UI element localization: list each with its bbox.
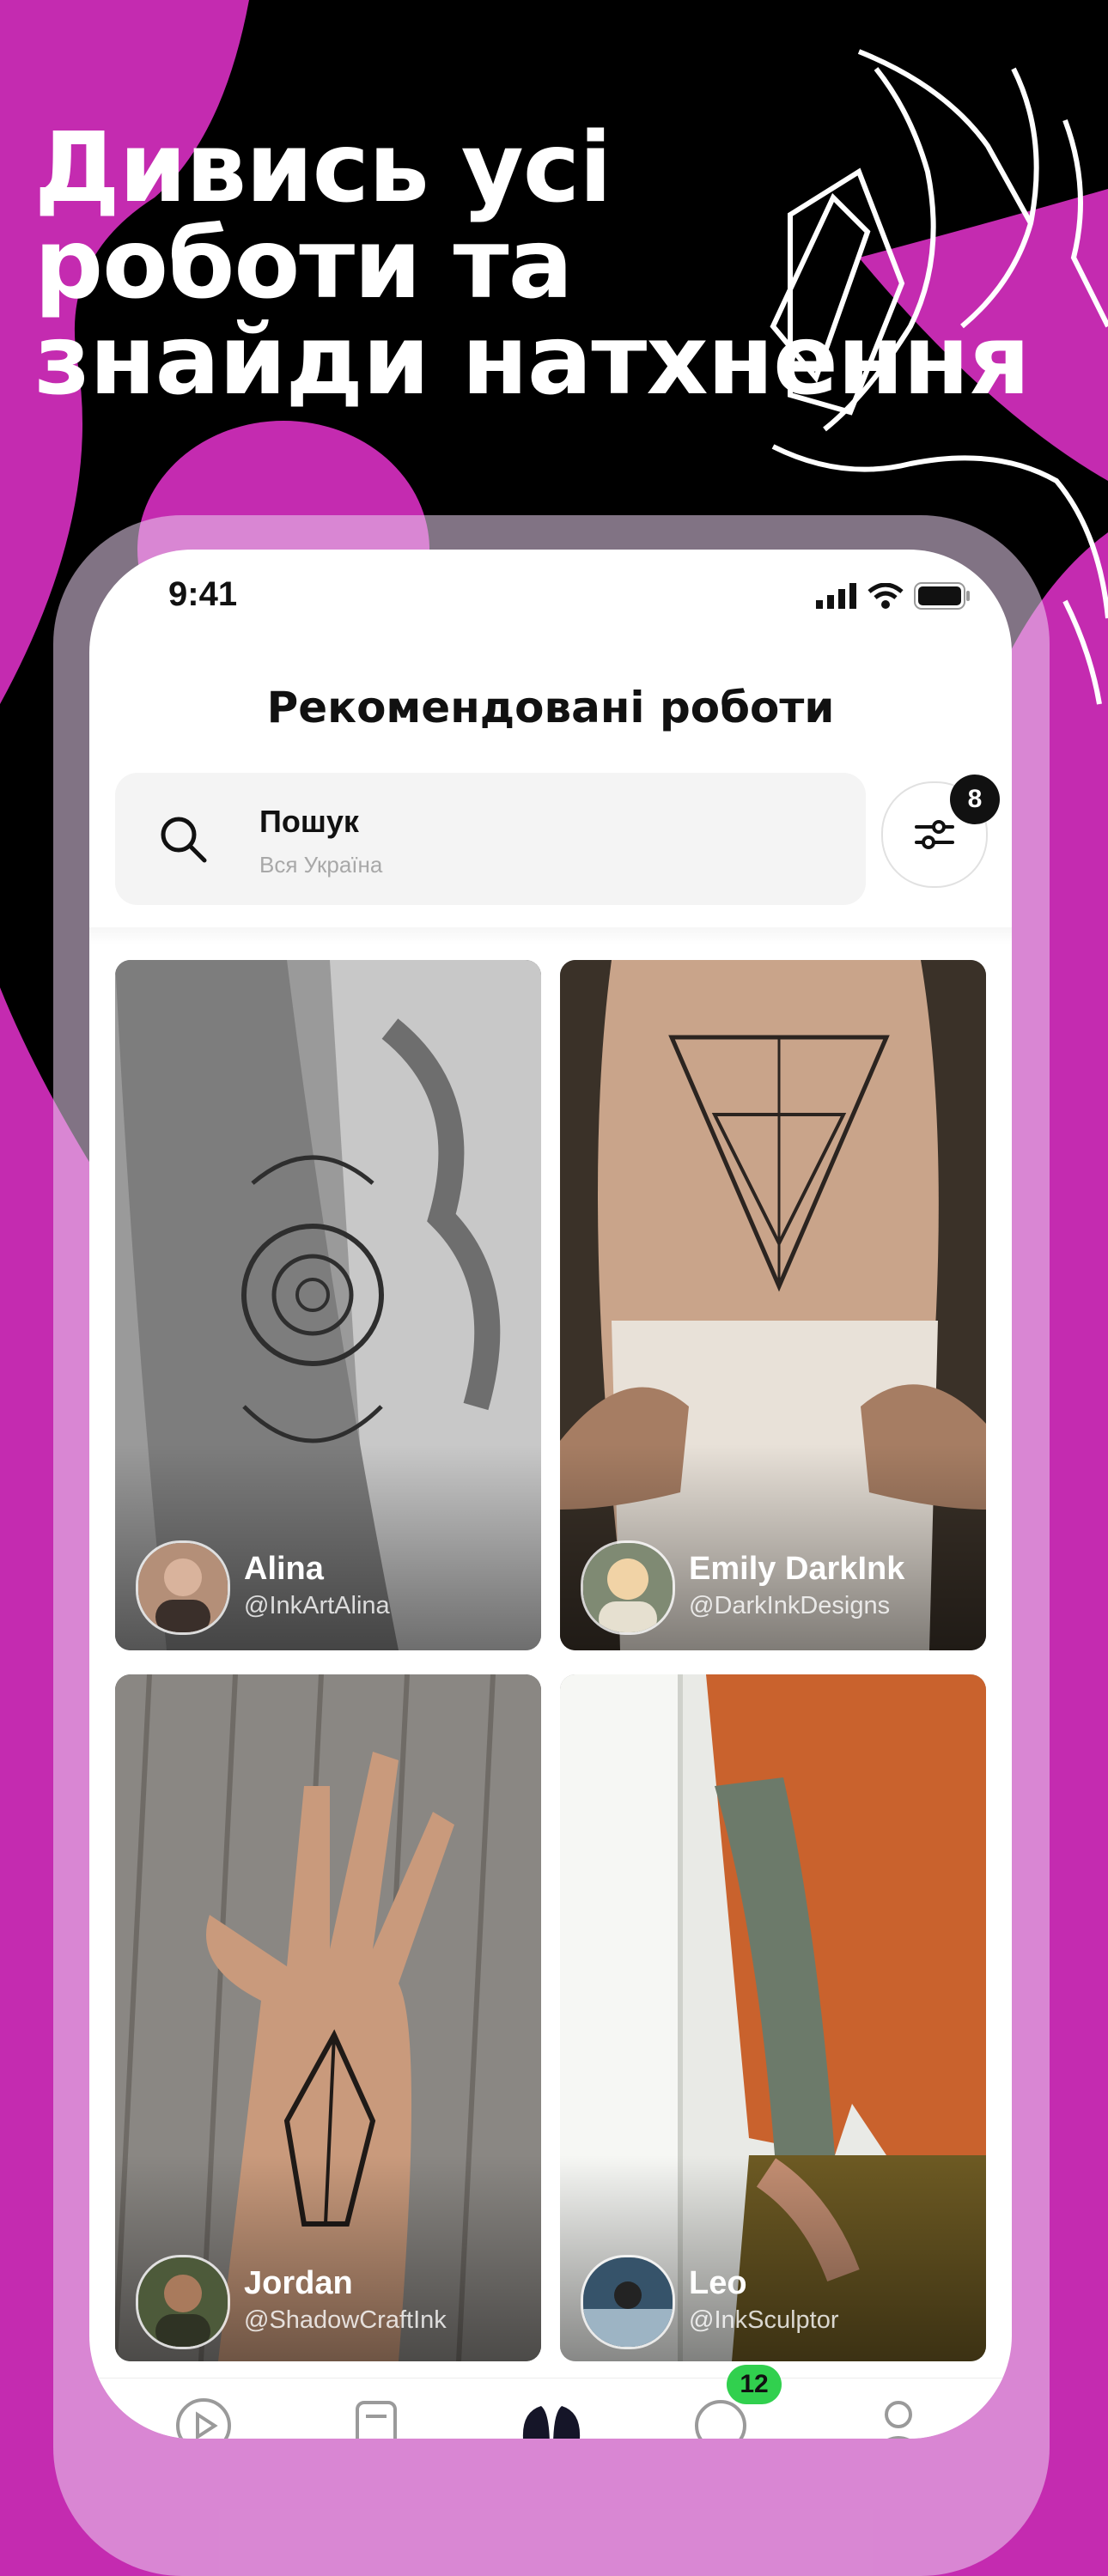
avatar [581, 1540, 675, 1635]
artist-handle: @InkArtAlina [244, 1592, 390, 1619]
artist-name: Alina [244, 1551, 324, 1587]
phone-screen: 9:41 Рекомендовані роботи Пошук Вся Укра… [89, 550, 1012, 2439]
work-card[interactable]: Emily DarkInk @DarkInkDesigns [560, 960, 986, 1650]
battery-icon [914, 582, 970, 610]
work-card[interactable]: Jordan @ShadowCraftInk [115, 1674, 541, 2361]
headline-line-3: знайди натхнення [34, 305, 1031, 416]
avatar [581, 2255, 675, 2349]
sliders-icon [915, 820, 954, 849]
headline-line-1: Дивись усі [34, 112, 612, 224]
headline: Дивись усі роботи та знайди натхнення [34, 120, 1091, 409]
messages-badge: 12 [727, 2365, 782, 2404]
work-card[interactable]: Leo @InkSculptor [560, 1674, 986, 2361]
play-icon[interactable] [174, 2396, 234, 2439]
document-icon[interactable] [350, 2396, 402, 2439]
avatar [136, 1540, 230, 1635]
artist-name: Leo [689, 2265, 747, 2301]
search-location: Вся Україна [259, 852, 383, 878]
page-title: Рекомендовані роботи [266, 683, 835, 732]
search-bar[interactable]: Пошук Вся Україна [115, 773, 866, 905]
tab-bar: 12 [89, 2365, 1012, 2439]
works-icon[interactable] [519, 2396, 584, 2439]
cellular-icon [816, 583, 856, 609]
header-divider [89, 927, 1012, 945]
wifi-icon [868, 583, 904, 609]
status-time: 9:41 [168, 575, 238, 613]
artist-handle: @ShadowCraftInk [244, 2306, 447, 2334]
status-bar: 9:41 [89, 550, 1012, 661]
artist-handle: @DarkInkDesigns [689, 1592, 891, 1619]
profile-icon[interactable] [873, 2396, 924, 2439]
search-icon [161, 817, 207, 863]
search-label: Пошук [259, 804, 359, 839]
headline-line-2: роботи та [34, 209, 573, 320]
filter-count-badge: 8 [950, 775, 1000, 824]
artist-name: Emily DarkInk [689, 1551, 905, 1587]
artist-name: Jordan [244, 2265, 353, 2301]
work-card[interactable]: Alina @InkArtAlina [115, 960, 541, 1650]
avatar [136, 2255, 230, 2349]
artist-handle: @InkSculptor [689, 2306, 839, 2334]
